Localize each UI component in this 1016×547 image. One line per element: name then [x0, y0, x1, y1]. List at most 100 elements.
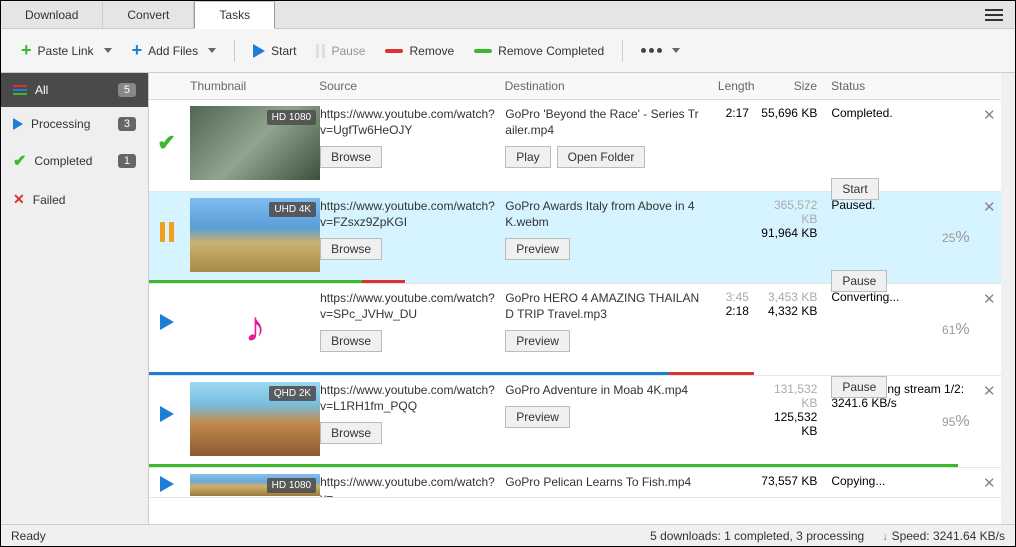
chevron-down-icon	[208, 48, 216, 53]
minus-icon	[474, 49, 492, 53]
download-arrow-icon: ↓	[882, 529, 888, 543]
col-length[interactable]: Length	[706, 79, 755, 93]
source-url: https://www.youtube.com/watch?v=SPc_JVHw…	[320, 290, 499, 322]
remove-completed-label: Remove Completed	[498, 44, 604, 58]
status-speed: Speed: 3241.64 KB/s	[892, 529, 1005, 543]
close-button[interactable]: ✕	[978, 106, 1001, 124]
check-icon: ✔	[157, 130, 175, 156]
browse-button[interactable]: Browse	[320, 146, 382, 168]
dots-icon	[641, 48, 662, 53]
browse-button[interactable]: Browse	[320, 422, 382, 444]
paste-link-label: Paste Link	[38, 44, 94, 58]
task-row[interactable]: QHD 2K https://www.youtube.com/watch?v=L…	[149, 376, 1001, 468]
pause-icon	[316, 44, 325, 58]
add-files-label: Add Files	[148, 44, 198, 58]
task-row[interactable]: ♪ https://www.youtube.com/watch?v=SPc_JV…	[149, 284, 1001, 376]
size-value: 91,964 KB	[755, 226, 817, 240]
count-badge: 1	[118, 154, 136, 168]
thumbnail: UHD 4K	[190, 198, 320, 272]
preview-button[interactable]: Preview	[505, 238, 570, 260]
length-total: 3:45	[706, 290, 749, 304]
status-text: Copying...	[823, 474, 977, 488]
sidebar-label: Failed	[33, 193, 66, 207]
more-button[interactable]	[633, 44, 688, 57]
play-icon	[13, 118, 23, 130]
hamburger-icon	[985, 9, 1003, 21]
pause-button[interactable]: Pause	[831, 270, 887, 292]
quality-badge: HD 1080	[267, 478, 316, 493]
browse-button[interactable]: Browse	[320, 238, 382, 260]
percent: 25%	[942, 218, 970, 249]
destination-file: GoPro HERO 4 AMAZING THAILAND TRIP Trave…	[505, 290, 700, 322]
preview-button[interactable]: Preview	[505, 406, 570, 428]
size-value: 125,532 KB	[755, 410, 817, 438]
remove-label: Remove	[409, 44, 454, 58]
quality-badge: HD 1080	[267, 110, 316, 125]
source-url: https://www.youtube.com/watch?v=UgfTw6He…	[320, 106, 499, 138]
tab-download[interactable]: Download	[1, 2, 103, 28]
column-headers: Thumbnail Source Destination Length Size…	[149, 73, 1001, 100]
play-icon	[253, 44, 265, 58]
remove-completed-button[interactable]: Remove Completed	[466, 40, 612, 62]
size-total: 365,572 KB	[755, 198, 817, 226]
sidebar-item-failed[interactable]: ✕ Failed	[1, 181, 148, 218]
all-icon	[13, 85, 27, 95]
sidebar-label: Processing	[31, 117, 90, 131]
close-button[interactable]: ✕	[978, 290, 1001, 308]
task-list[interactable]: ✔ HD 1080 https://www.youtube.com/watch?…	[149, 100, 1001, 524]
status-bar: Ready 5 downloads: 1 completed, 3 proces…	[1, 524, 1015, 546]
source-url: https://www.youtube.com/watch?v=	[320, 474, 499, 498]
sidebar-label: Completed	[34, 154, 92, 168]
sidebar-item-processing[interactable]: Processing 3	[1, 107, 148, 141]
col-source[interactable]: Source	[319, 79, 505, 93]
plus-icon: +	[21, 40, 32, 61]
browse-button[interactable]: Browse	[320, 330, 382, 352]
play-icon	[160, 314, 174, 330]
play-icon	[160, 406, 174, 422]
start-button[interactable]: Start	[831, 178, 878, 200]
pause-button[interactable]: Pause	[831, 376, 887, 398]
col-status[interactable]: Status	[823, 79, 977, 93]
remove-button[interactable]: Remove	[377, 40, 462, 62]
percent: 95%	[942, 402, 970, 433]
add-files-button[interactable]: + Add Files	[124, 36, 225, 65]
destination-file: GoPro 'Beyond the Race' - Series Trailer…	[505, 106, 700, 138]
count-badge: 5	[118, 83, 136, 97]
chevron-down-icon	[672, 48, 680, 53]
pause-icon	[160, 222, 174, 242]
destination-file: GoPro Pelican Learns To Fish.mp4	[505, 474, 700, 490]
close-button[interactable]: ✕	[978, 198, 1001, 216]
close-button[interactable]: ✕	[978, 474, 1001, 492]
sidebar-item-all[interactable]: All 5	[1, 73, 148, 107]
size-value: 55,696 KB	[755, 106, 823, 120]
scrollbar[interactable]	[1001, 73, 1015, 524]
pause-button[interactable]: Pause	[308, 40, 373, 62]
status-ready: Ready	[11, 529, 46, 543]
progress-bar	[149, 464, 1001, 467]
tab-tasks[interactable]: Tasks	[194, 1, 275, 29]
col-thumbnail[interactable]: Thumbnail	[184, 79, 319, 93]
play-button[interactable]: Play	[505, 146, 550, 168]
thumbnail: ♪	[190, 290, 320, 364]
col-destination[interactable]: Destination	[505, 79, 706, 93]
x-icon: ✕	[13, 191, 25, 208]
task-row[interactable]: HD 1080 https://www.youtube.com/watch?v=…	[149, 468, 1001, 498]
sidebar-item-completed[interactable]: ✔ Completed 1	[1, 141, 148, 181]
start-button[interactable]: Start	[245, 40, 304, 62]
music-icon: ♪	[190, 290, 320, 364]
col-size[interactable]: Size	[755, 79, 824, 93]
open-folder-button[interactable]: Open Folder	[557, 146, 646, 168]
play-icon	[160, 476, 174, 492]
size-value: 73,557 KB	[755, 474, 823, 488]
close-button[interactable]: ✕	[978, 382, 1001, 400]
menu-button[interactable]	[973, 9, 1015, 21]
tab-convert[interactable]: Convert	[103, 2, 194, 28]
preview-button[interactable]: Preview	[505, 330, 570, 352]
destination-file: GoPro Adventure in Moab 4K.mp4	[505, 382, 700, 398]
size-value: 4,332 KB	[755, 304, 817, 318]
thumbnail: QHD 2K	[190, 382, 320, 456]
chevron-down-icon	[104, 48, 112, 53]
status-downloads: 5 downloads: 1 completed, 3 processing	[650, 529, 864, 543]
paste-link-button[interactable]: + Paste Link	[13, 36, 120, 65]
sidebar-label: All	[35, 83, 48, 97]
